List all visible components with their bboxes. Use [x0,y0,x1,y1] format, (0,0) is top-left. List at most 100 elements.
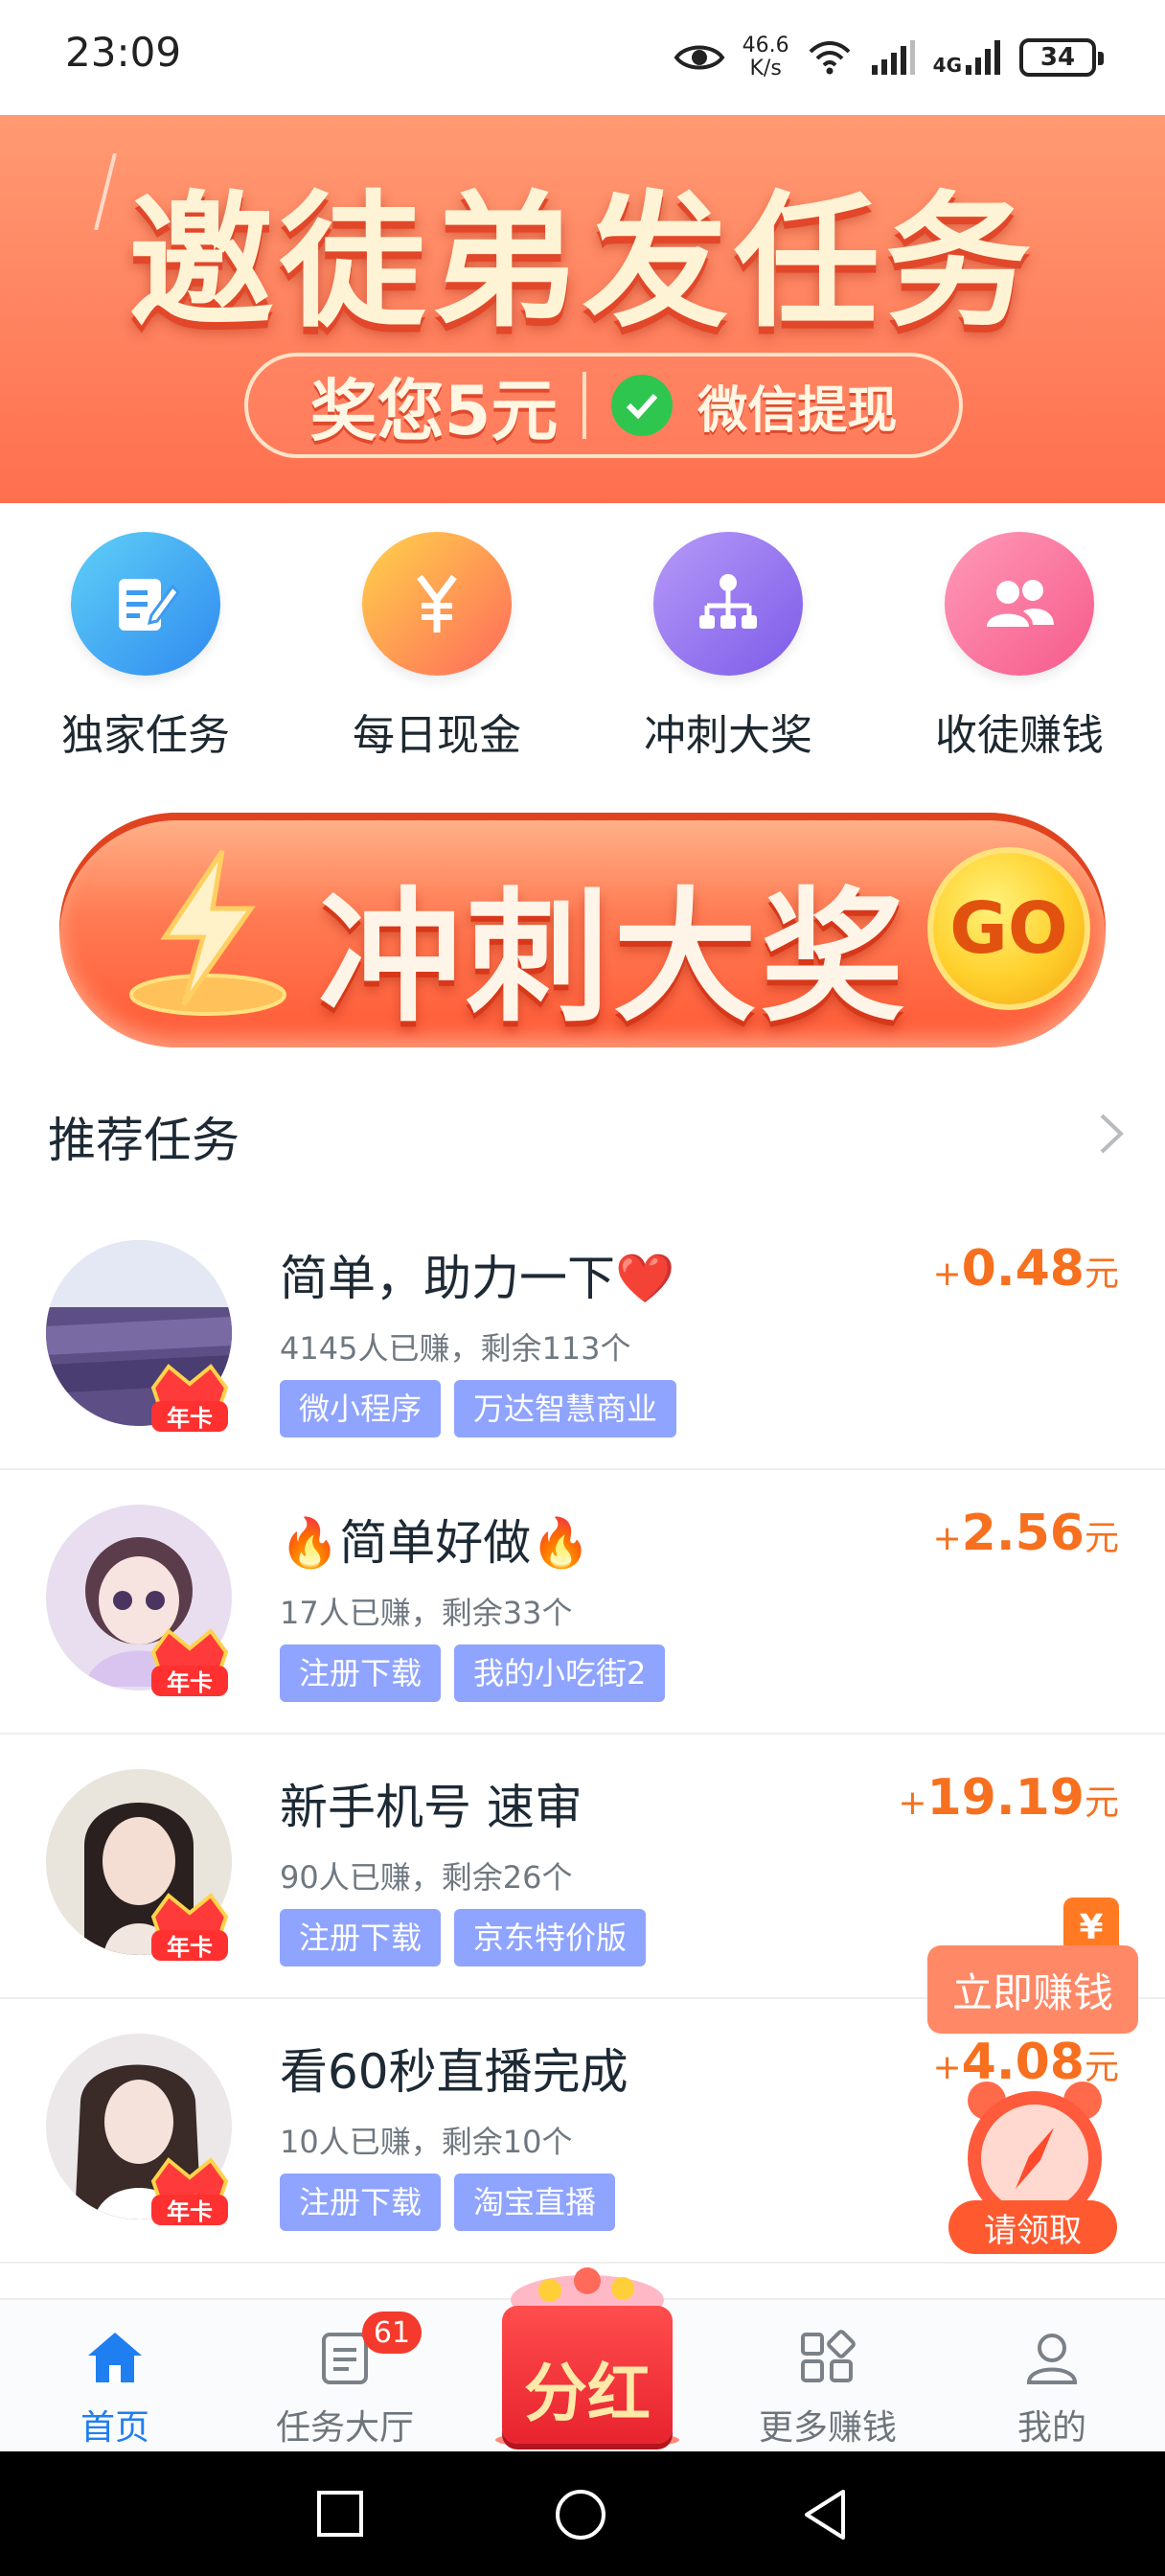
crown-badge-icon: 年卡 [150,1893,229,1961]
task-tag: 注册下载 [280,1909,442,1966]
wechat-check-icon [611,375,674,436]
crown-badge-icon: 年卡 [150,2157,229,2225]
nav-label: 任务大厅 [275,2408,414,2448]
lightning-icon [129,849,286,1016]
dividend-button[interactable]: 分红 [492,2262,682,2450]
banner-reward-pill: 奖您5元 微信提现 [244,353,963,458]
task-tags: 注册下载 京东特价版 [280,1909,647,1966]
pill-divider [582,372,587,439]
earn-now-button[interactable]: 立即赚钱 [927,1945,1138,2034]
net-speed-value: 46.6 [742,34,789,58]
net-speed: 46.6 K/s [742,34,789,80]
promo-banner[interactable]: 邀徒弟发任务 奖您5元 微信提现 [0,115,1165,503]
task-stats: 10人已赚，剩余10个 [280,2124,573,2160]
quick-label: 冲刺大奖 [644,711,812,760]
quick-item-daily-cash[interactable]: 每日现金 [291,532,582,762]
quick-label: 收徒赚钱 [935,711,1104,760]
reward-plus: + [898,1783,927,1823]
reward-amount: 2.56 [961,1505,1085,1562]
battery-level: 34 [1039,43,1076,72]
task-tag: 我的小吃街2 [454,1644,666,1702]
signal-icon [871,40,915,75]
nav-label: 我的 [1017,2408,1086,2448]
task-reward: +0.48元 [933,1240,1120,1298]
reward-unit: 元 [1084,1783,1119,1823]
task-reward: +2.56元 [933,1505,1120,1562]
crown-badge-icon: 年卡 [150,1364,229,1432]
task-row[interactable]: 年卡 简单，助力一下❤️ 4145人已赚，剩余113个 微小程序 万达智慧商业 … [0,1206,1165,1470]
reward-amount: 0.48 [961,1240,1085,1298]
task-tag: 万达智慧商业 [454,1380,677,1438]
back-icon[interactable] [801,2488,849,2542]
task-title: 看60秒直播完成 [280,2044,628,2100]
network-icon [653,532,803,676]
task-tags: 注册下载 淘宝直播 [280,2174,616,2231]
task-tag: 微小程序 [280,1380,442,1438]
sprint-banner[interactable]: 冲刺大奖 GO [59,813,1106,1047]
net-speed-unit: K/s [749,57,782,80]
chevron-right-icon[interactable] [1092,1110,1131,1158]
section-title: 推荐任务 [48,1113,240,1168]
banner-reward: 奖您5元 [309,371,559,450]
eye-icon [674,45,725,70]
banner-withdraw: 微信提现 [697,381,898,440]
nav-mine[interactable]: 我的 [956,2329,1148,2450]
reward-plus: + [932,1254,962,1294]
apps-grid-icon [801,2330,856,2382]
status-time: 23:09 [65,29,182,76]
edit-icon [71,532,220,676]
recent-apps-icon[interactable] [316,2490,364,2538]
sprint-title: 冲刺大奖 [318,875,909,1042]
nav-label: 首页 [80,2408,149,2448]
task-tags: 微小程序 万达智慧商业 [280,1380,677,1438]
battery-indicator: 34 [1019,38,1104,77]
task-row[interactable]: 年卡 🔥简单好做🔥 17人已赚，剩余33个 注册下载 我的小吃街2 +2.56元 [0,1470,1165,1735]
badge-label: 年卡 [167,2198,213,2225]
crown-badge-icon: 年卡 [150,1628,229,1696]
task-reward: +19.19元 [898,1769,1119,1827]
task-stats: 17人已赚，剩余33个 [280,1595,573,1631]
signal-4g: 4G [933,38,1002,77]
claim-button[interactable]: 请领取 [948,2200,1117,2254]
task-tag: 注册下载 [280,2174,442,2231]
badge-label: 年卡 [167,1405,213,1432]
users-icon [945,532,1094,676]
user-icon [1026,2334,1078,2384]
status-icons: 46.6 K/s 4G 34 [674,29,1104,86]
task-title: 新手机号 速审 [280,1780,582,1835]
task-title: 简单，助力一下❤️ [280,1251,675,1306]
reward-amount: 19.19 [926,1769,1085,1827]
quick-item-sprint[interactable]: 冲刺大奖 [582,532,874,762]
task-stats: 90人已赚，剩余26个 [280,1859,573,1896]
quick-item-recruit[interactable]: 收徒赚钱 [874,532,1165,762]
quick-item-exclusive[interactable]: 独家任务 [0,532,291,762]
task-title: 🔥简单好做🔥 [280,1515,591,1571]
nav-more[interactable]: 更多赚钱 [732,2329,924,2450]
reward-unit: 元 [1084,1254,1119,1294]
go-button[interactable]: GO [927,847,1090,1010]
system-nav-bar [0,2451,1165,2576]
status-bar: 23:09 46.6 K/s 4G 34 [0,0,1165,115]
quick-label: 独家任务 [61,711,230,760]
banner-title: 邀徒弟发任务 [128,177,1037,347]
task-tag: 京东特价版 [454,1909,647,1966]
quick-label: 每日现金 [353,711,521,760]
badge-label: 年卡 [167,1934,213,1961]
nav-home[interactable]: 首页 [19,2329,211,2450]
home-icon [88,2333,142,2382]
task-tag: 注册下载 [280,1644,442,1702]
network-type: 4G [932,54,962,77]
nav-tasks[interactable]: 61 任务大厅 [249,2312,441,2450]
tasks-count-badge: 61 [362,2312,422,2354]
reward-unit: 元 [1084,1519,1119,1558]
signal-4g-icon [966,40,1000,75]
reward-plus: + [932,1519,962,1558]
wifi-icon [809,41,851,75]
task-stats: 4145人已赚，剩余113个 [280,1330,631,1367]
dividend-label: 分红 [524,2357,651,2430]
home-circle-icon[interactable] [554,2488,607,2542]
task-tags: 注册下载 我的小吃街2 [280,1644,666,1702]
app-screen: 23:09 46.6 K/s 4G 34 邀徒弟发任务 奖您5元 微信提现 独家… [0,0,1165,2576]
quick-menu: 独家任务 每日现金 冲刺大奖 收徒赚钱 [0,532,1165,762]
badge-label: 年卡 [167,1669,213,1696]
